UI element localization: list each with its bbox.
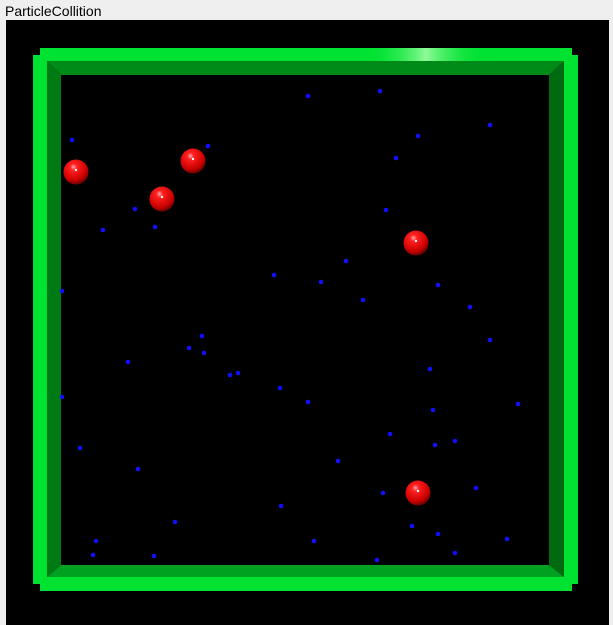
small-particle xyxy=(235,370,241,376)
wall-top-highlight xyxy=(366,48,486,61)
small-particle xyxy=(374,557,380,563)
large-particle-highlight xyxy=(160,195,164,199)
small-particle xyxy=(135,466,141,472)
small-particle xyxy=(205,143,211,149)
small-particle xyxy=(409,523,415,529)
small-particle xyxy=(93,538,99,544)
large-particle-highlight xyxy=(191,157,195,161)
small-particle xyxy=(452,550,458,556)
small-particle xyxy=(59,394,65,400)
small-particle xyxy=(151,553,157,559)
small-particle xyxy=(311,538,317,544)
large-particle-highlight xyxy=(414,239,418,243)
small-particle xyxy=(199,333,205,339)
small-particle xyxy=(383,207,389,213)
small-particle xyxy=(125,359,131,365)
wall-top-outer xyxy=(40,48,572,61)
large-particle xyxy=(63,159,89,185)
wall-right-outer xyxy=(564,55,578,584)
small-particle xyxy=(271,272,277,278)
simulation-canvas[interactable] xyxy=(6,20,609,625)
small-particle xyxy=(305,399,311,405)
small-particle xyxy=(452,438,458,444)
small-particle xyxy=(415,133,421,139)
small-particle xyxy=(100,227,106,233)
small-particle xyxy=(172,519,178,525)
large-particle-highlight xyxy=(416,489,420,493)
small-particle xyxy=(277,385,283,391)
small-particle xyxy=(69,137,75,143)
small-particle xyxy=(335,458,341,464)
small-particle xyxy=(387,431,393,437)
small-particle xyxy=(278,503,284,509)
wall-bottom-outer xyxy=(40,577,572,591)
wall-right-inner xyxy=(549,61,564,577)
small-particle xyxy=(473,485,479,491)
small-particle xyxy=(487,337,493,343)
small-particles xyxy=(59,88,521,563)
small-particle xyxy=(380,490,386,496)
small-particle xyxy=(343,258,349,264)
small-particle xyxy=(201,350,207,356)
small-particle xyxy=(305,93,311,99)
small-particle xyxy=(467,304,473,310)
title-bar: ParticleCollition xyxy=(0,0,613,20)
particle-scene xyxy=(33,48,578,591)
small-particle xyxy=(227,372,233,378)
small-particle xyxy=(360,297,366,303)
small-particle xyxy=(318,279,324,285)
small-particle xyxy=(59,288,65,294)
small-particle xyxy=(435,282,441,288)
small-particle xyxy=(430,407,436,413)
small-particle xyxy=(393,155,399,161)
small-particle xyxy=(186,345,192,351)
wall-bottom-inner xyxy=(47,565,564,577)
large-particles xyxy=(63,148,431,506)
large-particle-highlight xyxy=(74,168,78,172)
wall-top-inner xyxy=(47,61,564,75)
small-particle xyxy=(152,224,158,230)
large-particle xyxy=(405,480,431,506)
small-particle xyxy=(90,552,96,558)
small-particle xyxy=(435,531,441,537)
small-particle xyxy=(132,206,138,212)
small-particle xyxy=(377,88,383,94)
small-particle xyxy=(432,442,438,448)
small-particle xyxy=(487,122,493,128)
large-particle xyxy=(149,186,175,212)
small-particle xyxy=(77,445,83,451)
large-particle xyxy=(403,230,429,256)
wall-left-outer xyxy=(33,55,47,584)
window-title: ParticleCollition xyxy=(5,3,102,19)
small-particle xyxy=(515,401,521,407)
large-particle xyxy=(180,148,206,174)
small-particle xyxy=(427,366,433,372)
wall-left-inner xyxy=(47,61,61,577)
small-particle xyxy=(504,536,510,542)
